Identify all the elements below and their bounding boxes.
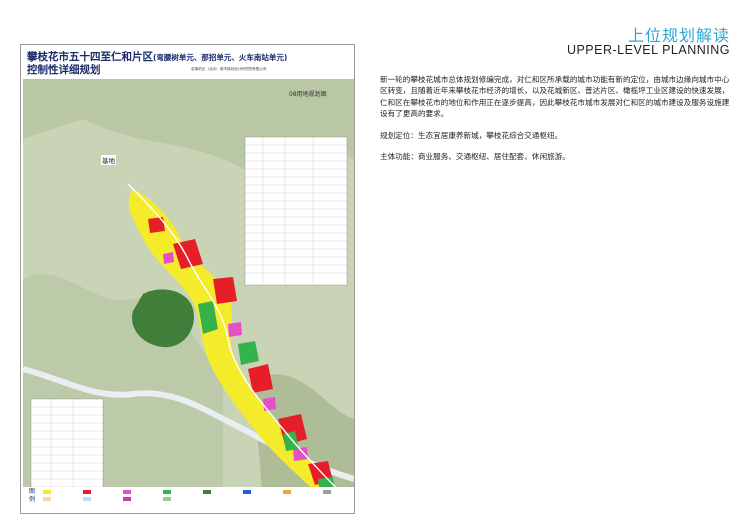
plan-board: 攀枝花市五十四至仁和片区(弯腰树单元、那招单元、火车南站单元) 控制性详细规划 … [20,44,355,514]
paragraph-overview: 新一轮的攀枝花城市总体规划修编完成，对仁和区所承载的城市功能有新的定位，由城市边… [380,75,730,119]
land-use-map-graphic [23,79,354,503]
body-text: 新一轮的攀枝花城市总体规划修编完成，对仁和区所承载的城市功能有新的定位，由城市边… [380,74,730,172]
board-credit: 若事机位（北京）城市规划设计研究院有限公司 [191,67,267,71]
board-title-sub: (弯腰树单元、那招单元、火车南站单元) [153,53,288,62]
land-use-map [23,79,354,503]
paragraph-positioning: 规划定位：生态宜居康养新城，攀枝花综合交通枢纽。 [380,130,563,140]
paragraph-functions: 主体功能：商业服务、交通枢纽、居住配套、休闲旅游。 [380,152,570,162]
site-label: 基地 [101,155,116,165]
section-title-en: UPPER-LEVEL PLANNING [566,43,730,57]
map-sheet-label: 08用地规划图 [289,91,327,98]
board-subtitle: 控制性详细规划 [27,64,101,76]
legend-label: 图例 [29,488,36,503]
